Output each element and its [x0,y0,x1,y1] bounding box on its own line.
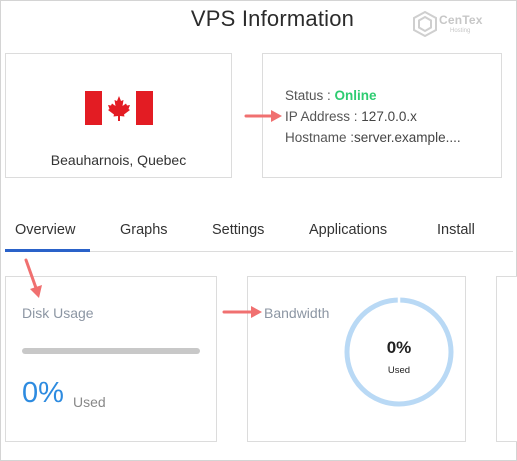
bandwidth-annotation-arrow-icon [222,306,262,318]
hostname-row: Hostname :server.example.... [285,130,461,145]
canada-flag-icon [85,91,153,125]
disk-usage-label: Disk Usage [22,305,94,321]
ip-annotation-arrow-icon [244,110,282,122]
vps-info-card: Status : Online IP Address : 127.0.0.x H… [262,53,502,178]
tab-applications[interactable]: Applications [309,222,387,238]
logo-tagline: Hosting [450,28,471,34]
location-name: Beauharnois, Quebec [50,152,187,168]
disk-usage-card: Disk Usage 0% Used [5,276,217,442]
bandwidth-used-label: Used [387,365,411,376]
hostname-value: server.example.... [354,130,461,145]
ip-row: IP Address : 127.0.0.x [285,109,417,124]
disk-usage-value: 0% [22,377,64,409]
disk-used-label: Used [73,394,106,410]
tab-graphs[interactable]: Graphs [120,222,168,238]
active-tab-indicator [5,249,90,252]
logo-name: CenTex [439,13,483,27]
tab-overview[interactable]: Overview [15,222,75,238]
hostname-label: Hostname : [285,130,355,145]
ip-label: IP Address : [285,109,362,124]
bandwidth-label: Bandwidth [264,305,330,321]
status-label: Status : [285,88,335,103]
bandwidth-usage-value: 0% [386,338,412,357]
partial-card [496,276,517,442]
tab-install[interactable]: Install [437,222,475,238]
ip-value: 127.0.0.x [361,109,417,124]
hexagon-logo-icon [413,10,437,38]
bandwidth-card: Bandwidth 0% Used [247,276,466,442]
disk-annotation-arrow-icon [24,258,42,298]
disk-usage-bar [22,348,200,354]
status-value: Online [334,88,377,103]
tab-bar: Overview Graphs Settings Applications In… [5,218,513,252]
brand-logo: CenTex Hosting [413,10,485,38]
location-card: Beauharnois, Quebec [5,53,232,178]
status-row: Status : Online [285,88,377,103]
tab-settings[interactable]: Settings [212,222,264,238]
